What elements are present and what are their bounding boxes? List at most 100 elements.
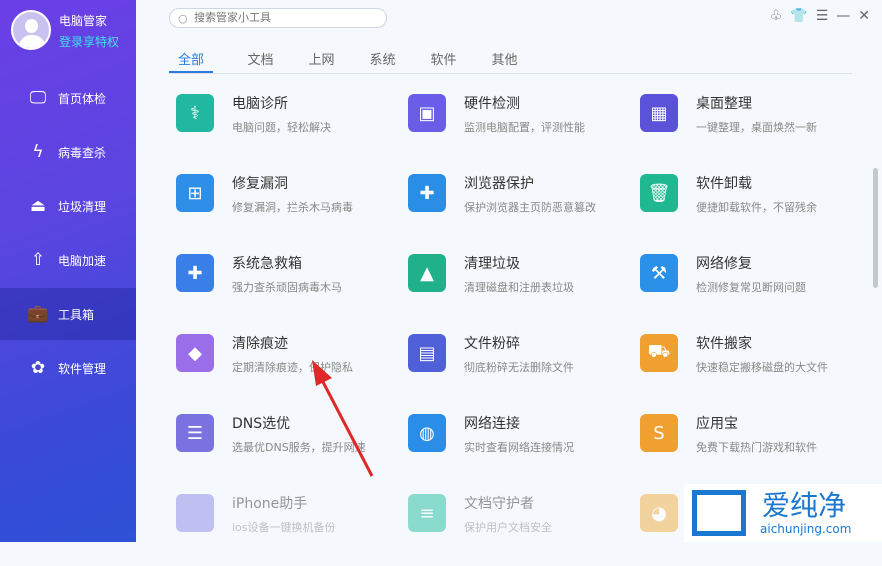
tool-item[interactable]: ⚒ 网络修复检测修复常见断网问题: [640, 246, 872, 326]
sidebar-item-label: 工具箱: [58, 307, 95, 322]
tool-item[interactable]: ≡ 文档守护者保护用户文档安全: [408, 486, 640, 566]
tool-icon: ▲: [408, 254, 446, 292]
tool-icon: ☰: [176, 414, 214, 452]
tool-icon: ▦: [640, 94, 678, 132]
tool-item[interactable]: ✚ 浏览器保护保护浏览器主页防恶意篡改: [408, 166, 640, 246]
avatar[interactable]: [11, 10, 51, 50]
tool-item[interactable]: ◍ 网络连接 实时查看网络连接情况: [408, 406, 640, 486]
broom-icon: ⏏: [29, 196, 47, 216]
sidebar-item-4[interactable]: ⇧ 电脑加速: [0, 234, 136, 286]
tool-desc: 快速稳定搬移磁盘的大文件: [696, 361, 828, 374]
tool-icon: 🗑: [640, 174, 678, 212]
tab-2[interactable]: 上网: [291, 46, 352, 73]
watermark-url: aichunjing.com: [760, 522, 852, 536]
tab-3[interactable]: 系统: [352, 46, 413, 73]
watermark-brand: 爱纯净: [762, 489, 847, 522]
tool-icon: ⚒: [640, 254, 678, 292]
sidebar-item-3[interactable]: ⏏ 垃圾清理: [0, 180, 136, 232]
tool-desc: 选最优DNS服务，提升网速: [232, 441, 366, 454]
tool-icon: ◆: [176, 334, 214, 372]
tool-desc: 定期清除痕迹，保护隐私: [232, 361, 353, 374]
search-placeholder: 搜索管家小工具: [194, 11, 271, 24]
rocket-icon: ⇧: [30, 250, 46, 270]
tool-icon: ▣: [408, 94, 446, 132]
tool-icon: S: [640, 414, 678, 452]
tool-item[interactable]: ▲ 清理垃圾 清理磁盘和注册表垃圾: [408, 246, 640, 326]
tool-name: 修复漏洞: [232, 176, 288, 192]
tool-name: 清除痕迹: [232, 336, 288, 352]
tool-item[interactable]: ✚ 系统急救箱强力查杀顽固病毒木马: [176, 246, 408, 326]
tool-item[interactable]: ▤ 文件粉碎 彻底粉碎无法删除文件: [408, 326, 640, 406]
tool-icon: ✚: [176, 254, 214, 292]
tool-desc: 实时查看网络连接情况: [464, 441, 574, 454]
tool-name: 文档守护者: [464, 496, 534, 512]
sidebar-item-label: 病毒查杀: [58, 145, 107, 160]
sidebar-item-label: 首页体检: [58, 91, 107, 106]
tab-4[interactable]: 软件: [413, 46, 474, 73]
tool-name: 硬件检测: [464, 96, 520, 112]
tool-name: 浏览器保护: [464, 176, 534, 192]
tool-name: 网络连接: [464, 416, 520, 432]
tool-desc: ios设备一键换机备份: [232, 521, 336, 534]
close-icon[interactable]: ✕: [858, 8, 870, 24]
search-icon: ○: [178, 12, 188, 25]
tool-desc: 彻底粉碎无法删除文件: [464, 361, 574, 374]
tool-name: 软件卸载: [696, 176, 752, 192]
tool-desc: 保护浏览器主页防恶意篡改: [464, 201, 596, 214]
skin-icon[interactable]: 👕: [790, 8, 807, 24]
software-icon: ✿: [30, 358, 46, 378]
leaf-icon[interactable]: ♧: [770, 8, 783, 24]
sidebar-item-6[interactable]: ✿ 软件管理: [0, 342, 136, 394]
tab-1[interactable]: 文档: [230, 46, 291, 73]
tool-name: 清理垃圾: [464, 256, 520, 272]
tool-desc: 免费下载热门游戏和软件: [696, 441, 817, 454]
scrollbar[interactable]: [873, 168, 878, 288]
tool-icon: ◕: [640, 494, 678, 532]
tool-item[interactable]: iPhone助手 ios设备一键换机备份: [176, 486, 408, 566]
tab-5[interactable]: 其他: [474, 46, 535, 73]
sidebar-item-label: 电脑加速: [58, 253, 107, 268]
search-input[interactable]: ○ 搜索管家小工具: [169, 8, 387, 28]
tool-icon: ✚: [408, 174, 446, 212]
tool-icon: ⛟: [640, 334, 678, 372]
tool-item[interactable]: ◆ 清除痕迹定期清除痕迹，保护隐私: [176, 326, 408, 406]
tool-item[interactable]: ⚕ 电脑诊所 电脑问题，轻松解决: [176, 86, 408, 166]
tool-name: 应用宝: [696, 416, 738, 432]
tool-icon: ⚕: [176, 94, 214, 132]
tool-item[interactable]: ▣ 硬件检测监测电脑配置，评测性能: [408, 86, 640, 166]
tool-item[interactable]: S 应用宝免费下载热门游戏和软件: [640, 406, 872, 486]
sidebar-item-1[interactable]: 🖵 首页体检: [0, 72, 136, 124]
tool-icon: ▤: [408, 334, 446, 372]
tool-desc: 保护用户文档安全: [464, 521, 552, 534]
tool-item[interactable]: ⛟ 软件搬家快速稳定搬移磁盘的大文件: [640, 326, 872, 406]
tool-desc: 强力查杀顽固病毒木马: [232, 281, 342, 294]
tool-name: 软件搬家: [696, 336, 752, 352]
tool-desc: 监测电脑配置，评测性能: [464, 121, 585, 134]
tool-desc: 检测修复常见断网问题: [696, 281, 806, 294]
menu-icon[interactable]: ☰: [816, 8, 829, 24]
tab-0[interactable]: 全部: [169, 46, 213, 73]
tool-name: 网络修复: [696, 256, 752, 272]
tool-item[interactable]: 🗑 软件卸载 便捷卸载软件，不留残余: [640, 166, 872, 246]
tool-name: 桌面整理: [696, 96, 752, 112]
tool-item[interactable]: ▦ 桌面整理 一键整理，桌面焕然一新: [640, 86, 872, 166]
user-name: 电脑管家: [59, 14, 108, 28]
sidebar-item-5[interactable]: 💼 工具箱: [0, 288, 136, 340]
sidebar: 电脑管家 登录享特权 🖵 首页体检 ϟ 病毒查杀 ⏏ 垃圾清理 ⇧ 电脑加速 💼 工具箱 ✿ 软件管理: [0, 0, 136, 542]
tool-icon: ≡: [408, 494, 446, 532]
sidebar-item-label: 软件管理: [58, 361, 107, 376]
tool-desc: 修复漏洞，拦杀木马病毒: [232, 201, 353, 214]
tool-item[interactable]: ⊞ 修复漏洞修复漏洞，拦杀木马病毒: [176, 166, 408, 246]
minimize-icon[interactable]: —: [836, 8, 850, 24]
tool-icon: ⊞: [176, 174, 214, 212]
tool-name: 系统急救箱: [232, 256, 302, 272]
monitor-icon: 🖵: [29, 88, 47, 108]
toolbox-icon: 💼: [27, 304, 49, 324]
toolbox-panel: ○ 搜索管家小工具 ♧ 👕 ☰ — ✕ 全部 文档 上网 系统 软件 其他 ⚕ 电脑诊所 电脑…: [136, 0, 882, 542]
tool-name: 电脑诊所: [232, 96, 288, 112]
sidebar-item-2[interactable]: ϟ 病毒查杀: [0, 126, 136, 178]
watermark-logo: [692, 490, 746, 536]
login-link[interactable]: 登录享特权: [59, 33, 119, 50]
category-tabs: 全部 文档 上网 系统 软件 其他: [169, 46, 852, 74]
tool-item[interactable]: ☰ DNS选优 选最优DNS服务，提升网速: [176, 406, 408, 486]
